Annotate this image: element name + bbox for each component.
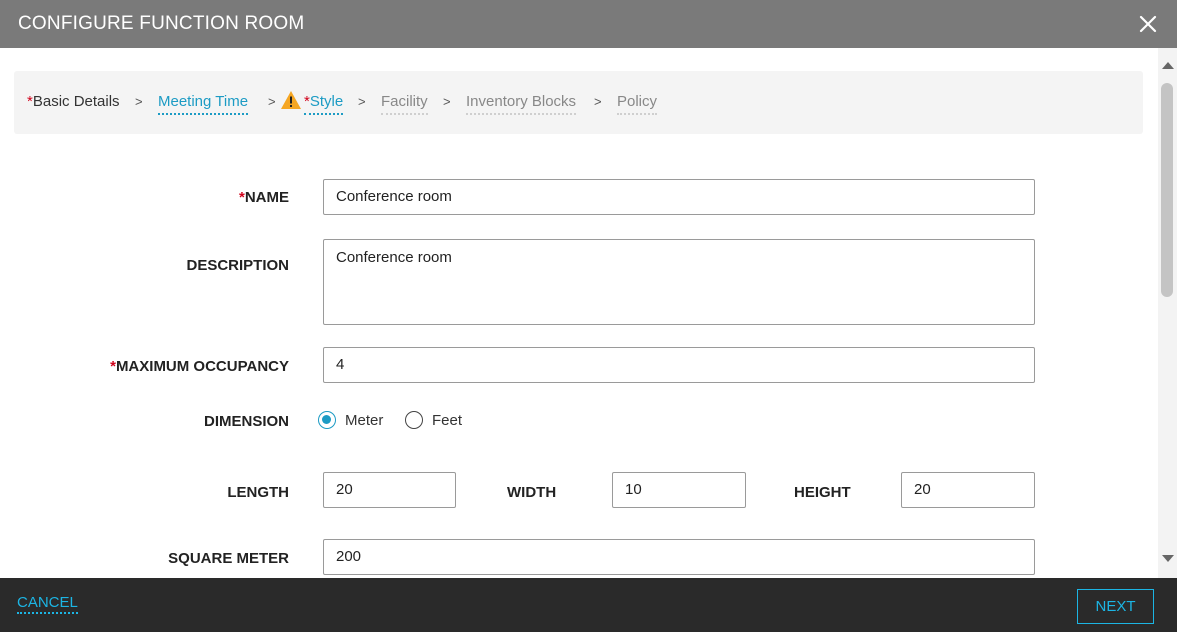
step-separator: > (358, 94, 366, 109)
description-textarea[interactable]: Conference room (323, 239, 1035, 325)
dimension-feet-radio[interactable] (405, 411, 423, 429)
warning-triangle-icon (281, 91, 301, 109)
step-label: Policy (617, 93, 658, 110)
scroll-down-icon[interactable] (1162, 555, 1174, 562)
height-input[interactable]: 20 (901, 472, 1035, 508)
max-occupancy-input[interactable]: 4 (323, 347, 1035, 383)
length-label: LENGTH (227, 484, 289, 501)
step-basic-details[interactable]: *Basic Details (27, 93, 120, 113)
square-meter-input[interactable]: 200 (323, 539, 1035, 575)
step-separator: > (135, 94, 143, 109)
cancel-button[interactable]: CANCEL (17, 594, 78, 614)
close-icon[interactable] (1136, 12, 1160, 36)
name-label: *NAME (238, 189, 289, 206)
dimension-label: DIMENSION (203, 413, 289, 430)
step-facility[interactable]: Facility (381, 93, 428, 115)
dimension-meter-label[interactable]: Meter (345, 412, 383, 429)
step-label: Meeting Time (158, 93, 249, 110)
dialog-footer: CANCEL NEXT (0, 578, 1177, 632)
scroll-thumb[interactable] (1161, 83, 1173, 297)
dialog-titlebar: CONFIGURE FUNCTION ROOM (0, 0, 1177, 48)
name-input[interactable]: Conference room (323, 179, 1035, 215)
height-label: HEIGHT (794, 484, 851, 501)
step-separator: > (594, 94, 602, 109)
square-meter-label: SQUARE METER (168, 550, 289, 567)
vertical-scrollbar[interactable] (1158, 48, 1177, 578)
step-separator: > (443, 94, 451, 109)
step-label: Facility (381, 93, 428, 110)
next-button[interactable]: NEXT (1077, 589, 1154, 624)
step-separator: > (268, 94, 276, 109)
step-meeting-time[interactable]: Meeting Time (158, 93, 249, 115)
description-label: DESCRIPTION (186, 257, 289, 274)
step-label: Style (309, 93, 344, 110)
dialog-title: CONFIGURE FUNCTION ROOM (18, 13, 305, 34)
scroll-up-icon[interactable] (1162, 62, 1174, 69)
dimension-meter-radio[interactable] (318, 411, 336, 429)
dimension-feet-label[interactable]: Feet (432, 412, 462, 429)
step-label: Basic Details (32, 93, 120, 110)
width-input[interactable]: 10 (612, 472, 746, 508)
step-style[interactable]: *Style (304, 93, 344, 115)
step-label: Inventory Blocks (466, 93, 577, 110)
step-policy[interactable]: Policy (617, 93, 658, 115)
step-inventory-blocks[interactable]: Inventory Blocks (466, 93, 577, 115)
dialog-content: *Basic Details > Meeting Time > *Style >… (0, 48, 1158, 578)
width-label: WIDTH (507, 484, 557, 501)
length-input[interactable]: 20 (323, 472, 456, 508)
wizard-steps: *Basic Details > Meeting Time > *Style >… (14, 71, 1143, 134)
max-occupancy-label: *MAXIMUM OCCUPANCY (110, 358, 289, 375)
